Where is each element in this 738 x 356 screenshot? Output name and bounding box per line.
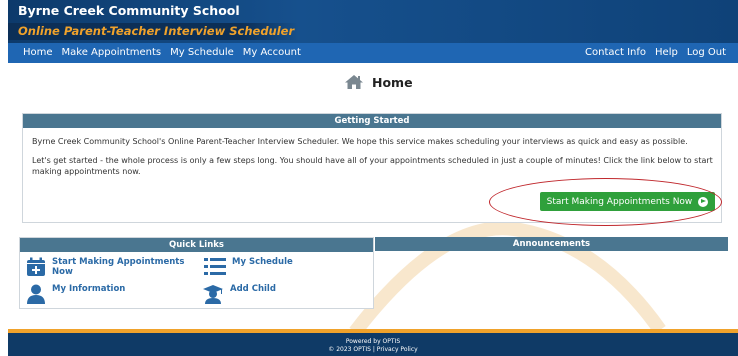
site-header: Byrne Creek Community School Online Pare…	[8, 0, 738, 43]
quick-link-my-schedule[interactable]: My Schedule	[204, 257, 293, 277]
home-icon	[345, 75, 363, 89]
school-name: Byrne Creek Community School	[18, 3, 240, 18]
calendar-plus-icon	[27, 257, 45, 276]
list-icon	[204, 258, 226, 275]
quick-links-panel: Quick Links Start Making Appointments No…	[19, 237, 374, 309]
main-nav: Home Make Appointments My Schedule My Ac…	[8, 43, 738, 63]
nav-log-out[interactable]: Log Out	[687, 43, 726, 63]
quick-link-label: My Schedule	[232, 257, 293, 267]
getting-started-heading: Getting Started	[23, 114, 721, 128]
highlight-oval	[489, 178, 722, 226]
nav-my-account[interactable]: My Account	[243, 43, 301, 63]
graduate-icon	[203, 285, 223, 304]
instructions-paragraph: Let's get started - the whole process is…	[32, 156, 713, 176]
nav-help[interactable]: Help	[655, 43, 678, 63]
nav-home[interactable]: Home	[23, 43, 53, 63]
page-title: Home	[344, 74, 413, 90]
site-tagline: Online Parent-Teacher Interview Schedule…	[8, 23, 298, 40]
nav-contact-info[interactable]: Contact Info	[585, 43, 646, 63]
user-icon	[27, 284, 45, 304]
powered-by-text: Powered by OPTIS	[345, 338, 401, 345]
quick-link-label: My Information	[52, 284, 126, 294]
quick-link-start-appointments[interactable]: Start Making Appointments Now	[26, 257, 187, 277]
announcements-heading: Announcements	[375, 237, 728, 251]
copyright-text[interactable]: © 2023 OPTIS | Privacy Policy	[8, 346, 738, 354]
page: Byrne Creek Community School Online Pare…	[0, 0, 738, 356]
nav-my-schedule[interactable]: My Schedule	[170, 43, 234, 63]
quick-links-heading: Quick Links	[20, 238, 373, 252]
quick-link-label: Add Child	[230, 284, 276, 294]
nav-make-appointments[interactable]: Make Appointments	[62, 43, 162, 63]
quick-link-add-child[interactable]: Add Child	[202, 284, 276, 304]
intro-paragraph: Byrne Creek Community School's Online Pa…	[32, 137, 688, 146]
quick-link-my-information[interactable]: My Information	[26, 284, 125, 304]
site-footer: Powered by OPTIS © 2023 OPTIS | Privacy …	[8, 333, 738, 356]
quick-link-label: Start Making Appointments Now	[52, 257, 185, 277]
page-title-text: Home	[372, 74, 413, 90]
